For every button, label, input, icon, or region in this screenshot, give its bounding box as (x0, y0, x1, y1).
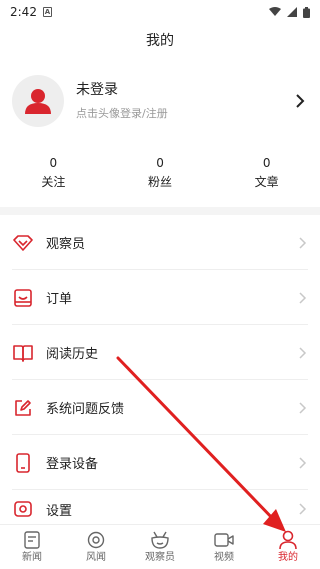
tab-label: 风闻 (86, 552, 106, 563)
battery-icon (303, 6, 310, 18)
tab-mine[interactable]: 我的 (256, 525, 320, 569)
tab-label: 新闻 (22, 552, 42, 563)
menu-label: 订单 (46, 292, 73, 307)
tab-label: 视频 (214, 552, 234, 563)
settings-icon (12, 498, 34, 520)
chevron-right-icon (299, 346, 307, 359)
profile-login-row[interactable]: 未登录 点击头像登录/注册 (12, 70, 308, 132)
order-tray-icon (12, 287, 34, 309)
menu-list: 观察员 订单 阅读历史 系统问题反馈 登录设备 设置 (0, 215, 320, 528)
chevron-right-icon (299, 291, 307, 304)
section-divider (0, 207, 320, 215)
signal-icon (287, 7, 297, 17)
menu-label: 系统问题反馈 (46, 402, 125, 417)
menu-item-login-devices[interactable]: 登录设备 (0, 435, 320, 490)
tab-news[interactable]: 新闻 (0, 525, 64, 569)
menu-item-settings[interactable]: 设置 (0, 490, 320, 528)
stat-value: 0 (49, 156, 58, 170)
menu-label: 登录设备 (46, 457, 99, 472)
stat-fans[interactable]: 0 粉丝 (107, 156, 214, 194)
news-icon (22, 530, 42, 550)
chevron-right-icon (299, 503, 307, 515)
chevron-right-icon (299, 236, 307, 249)
tab-label: 观察员 (145, 552, 175, 563)
tab-video[interactable]: 视频 (192, 525, 256, 569)
chevron-right-icon (299, 456, 307, 469)
observer-icon (150, 530, 170, 550)
menu-item-observer[interactable]: 观察员 (0, 215, 320, 270)
status-bar: 2:42 A (0, 0, 320, 24)
video-icon (214, 530, 234, 550)
open-book-icon (12, 342, 34, 364)
stat-label: 粉丝 (148, 175, 173, 189)
page-title: 我的 (146, 33, 174, 49)
menu-label: 阅读历史 (46, 347, 99, 362)
status-time: 2:42 (10, 5, 37, 19)
tab-observer[interactable]: 观察员 (128, 525, 192, 569)
phone-device-icon (12, 452, 34, 474)
menu-label: 观察员 (46, 237, 86, 252)
stat-value: 0 (156, 156, 164, 170)
menu-item-reading-history[interactable]: 阅读历史 (0, 325, 320, 380)
menu-label: 设置 (46, 503, 73, 519)
bottom-tab-bar: 新闻 风闻 观察员 视频 我的 (0, 524, 320, 569)
stat-label: 关注 (41, 175, 66, 189)
profile-name: 未登录 (76, 82, 118, 98)
stat-articles[interactable]: 0 文章 (213, 156, 320, 194)
chevron-right-icon (296, 94, 305, 108)
profile-texts: 未登录 点击头像登录/注册 (76, 81, 292, 121)
stat-label: 文章 (254, 175, 279, 189)
status-right (269, 6, 310, 18)
status-left: 2:42 A (10, 5, 52, 19)
wifi-icon (269, 7, 281, 16)
tab-label: 我的 (278, 552, 298, 563)
notification-a-icon: A (42, 7, 52, 17)
edit-feedback-icon (12, 397, 34, 419)
menu-item-orders[interactable]: 订单 (0, 270, 320, 325)
stats-row: 0 关注 0 粉丝 0 文章 (0, 156, 320, 194)
tab-wind-news[interactable]: 风闻 (64, 525, 128, 569)
stat-following[interactable]: 0 关注 (0, 156, 107, 194)
avatar[interactable] (12, 75, 64, 127)
menu-item-feedback[interactable]: 系统问题反馈 (0, 380, 320, 435)
user-avatar-icon (25, 89, 51, 114)
person-icon (278, 530, 298, 550)
chevron-right-icon (299, 401, 307, 414)
wind-news-icon (86, 530, 106, 550)
stat-value: 0 (262, 156, 271, 170)
diamond-icon (12, 232, 34, 254)
profile-hint: 点击头像登录/注册 (76, 107, 168, 120)
